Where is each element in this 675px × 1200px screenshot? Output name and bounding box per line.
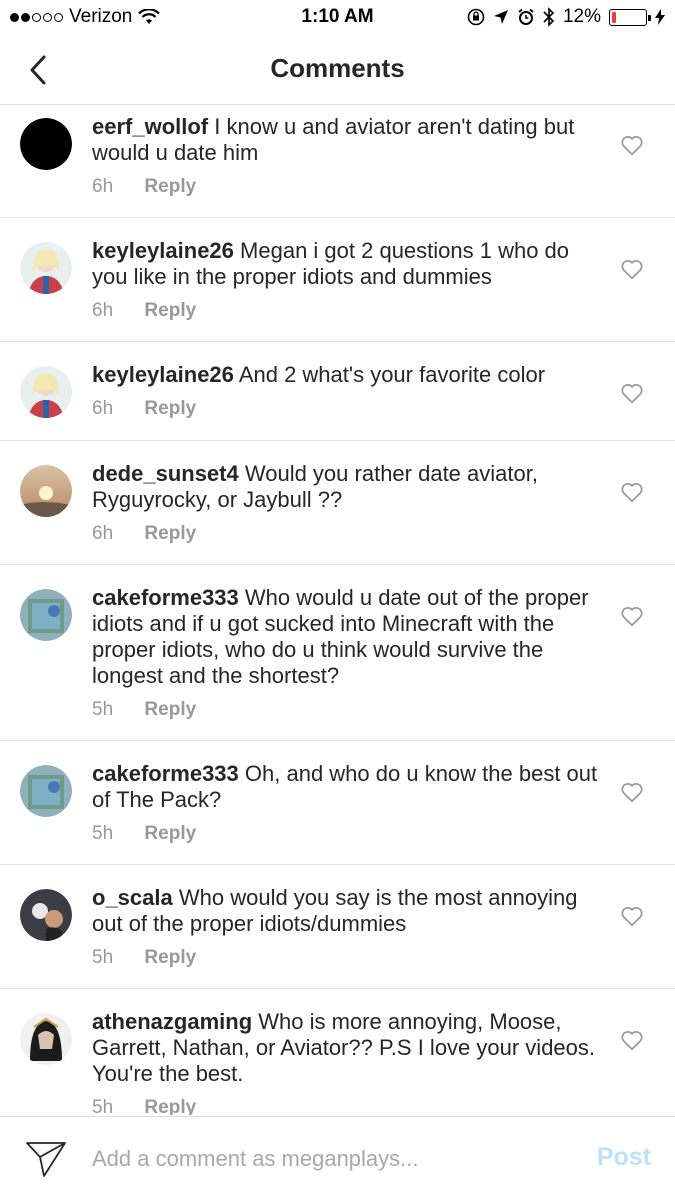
comment-time: 6h	[92, 398, 114, 419]
comment-username[interactable]: keyleylaine26	[92, 362, 234, 387]
comment-item: cakeforme333 Oh, and who do u know the b…	[0, 741, 675, 865]
avatar[interactable]	[20, 366, 72, 418]
comment-text: eerf_wollof I know u and aviator aren't …	[92, 114, 605, 166]
comment-username[interactable]: dede_sunset4	[92, 461, 239, 486]
comment-time: 5h	[92, 699, 114, 720]
comment-time: 5h	[92, 823, 114, 844]
reply-button[interactable]: Reply	[144, 823, 196, 844]
comment-text: o_scala Who would you say is the most an…	[92, 873, 605, 937]
heart-outline-icon[interactable]	[619, 1027, 645, 1053]
comment-text: keyleylaine26 And 2 what's your favorite…	[92, 350, 605, 388]
reply-button[interactable]: Reply	[144, 523, 196, 544]
comment-username[interactable]: cakeforme333	[92, 761, 239, 786]
comment-meta: 6h Reply	[92, 300, 605, 328]
heart-outline-icon[interactable]	[619, 256, 645, 282]
comment-item: o_scala Who would you say is the most an…	[0, 865, 675, 989]
comment-meta: 5h Reply	[92, 1097, 605, 1115]
battery-icon	[609, 8, 651, 26]
avatar[interactable]	[20, 118, 72, 170]
reply-button[interactable]: Reply	[144, 1097, 196, 1115]
comment-time: 6h	[92, 523, 114, 544]
reply-button[interactable]: Reply	[144, 176, 196, 197]
comment-meta: 5h Reply	[92, 947, 605, 975]
heart-outline-icon[interactable]	[619, 779, 645, 805]
heart-outline-icon[interactable]	[619, 903, 645, 929]
comment-meta: 5h Reply	[92, 823, 605, 851]
comment-text: keyleylaine26 Megan i got 2 questions 1 …	[92, 226, 605, 290]
comment-time: 5h	[92, 947, 114, 968]
comment-item: athenazgaming Who is more annoying, Moos…	[0, 989, 675, 1115]
comment-username[interactable]: eerf_wollof	[92, 114, 208, 139]
comment-list[interactable]: eerf_wollof I know u and aviator aren't …	[0, 106, 675, 1115]
avatar[interactable]	[20, 889, 72, 941]
heart-outline-icon[interactable]	[619, 380, 645, 406]
heart-outline-icon[interactable]	[619, 603, 645, 629]
comment-meta: 5h Reply	[92, 699, 605, 727]
comment-text: athenazgaming Who is more annoying, Moos…	[92, 997, 605, 1087]
comment-text: cakeforme333 Oh, and who do u know the b…	[92, 749, 605, 813]
comment-composer: Post	[0, 1116, 675, 1200]
comment-time: 6h	[92, 300, 114, 321]
comment-username[interactable]: o_scala	[92, 885, 173, 910]
charging-bolt-icon	[655, 9, 665, 25]
page-title: Comments	[270, 53, 405, 83]
comment-input[interactable]	[92, 1139, 572, 1179]
comment-body: And 2 what's your favorite color	[238, 362, 546, 387]
avatar[interactable]	[20, 765, 72, 817]
post-button[interactable]: Post	[597, 1143, 651, 1172]
reply-button[interactable]: Reply	[144, 699, 196, 720]
orientation-lock-icon	[467, 8, 485, 26]
comment-item: keyleylaine26 And 2 what's your favorite…	[0, 342, 675, 441]
comment-username[interactable]: keyleylaine26	[92, 238, 234, 263]
comment-meta: 6h Reply	[92, 398, 605, 426]
status-right: 12%	[467, 6, 665, 28]
location-arrow-icon	[493, 10, 508, 24]
avatar[interactable]	[20, 465, 72, 517]
bluetooth-icon	[543, 7, 555, 27]
comment-meta: 6h Reply	[92, 523, 605, 551]
comment-username[interactable]: cakeforme333	[92, 585, 239, 610]
reply-button[interactable]: Reply	[144, 947, 196, 968]
reply-button[interactable]: Reply	[144, 398, 196, 419]
alarm-icon	[518, 8, 534, 25]
avatar[interactable]	[20, 1013, 72, 1065]
comment-item: dede_sunset4 Would you rather date aviat…	[0, 441, 675, 565]
battery-percent: 12%	[562, 6, 601, 27]
comment-item: eerf_wollof I know u and aviator aren't …	[0, 106, 675, 218]
comment-item: cakeforme333 Who would u date out of the…	[0, 565, 675, 741]
heart-outline-icon[interactable]	[619, 479, 645, 505]
comment-time: 6h	[92, 176, 114, 197]
heart-outline-icon[interactable]	[619, 132, 645, 158]
avatar[interactable]	[20, 242, 72, 294]
comment-username[interactable]: athenazgaming	[92, 1009, 252, 1034]
comment-meta: 6h Reply	[92, 176, 605, 204]
avatar[interactable]	[20, 589, 72, 641]
paper-plane-icon[interactable]	[24, 1139, 68, 1179]
status-bar: Verizon 1:10 AM 12%	[0, 0, 675, 36]
reply-button[interactable]: Reply	[144, 300, 196, 321]
comment-text: dede_sunset4 Would you rather date aviat…	[92, 449, 605, 513]
comment-text: cakeforme333 Who would u date out of the…	[92, 573, 605, 689]
nav-header: Comments	[0, 36, 675, 105]
comment-item: keyleylaine26 Megan i got 2 questions 1 …	[0, 218, 675, 342]
comment-time: 5h	[92, 1097, 114, 1115]
